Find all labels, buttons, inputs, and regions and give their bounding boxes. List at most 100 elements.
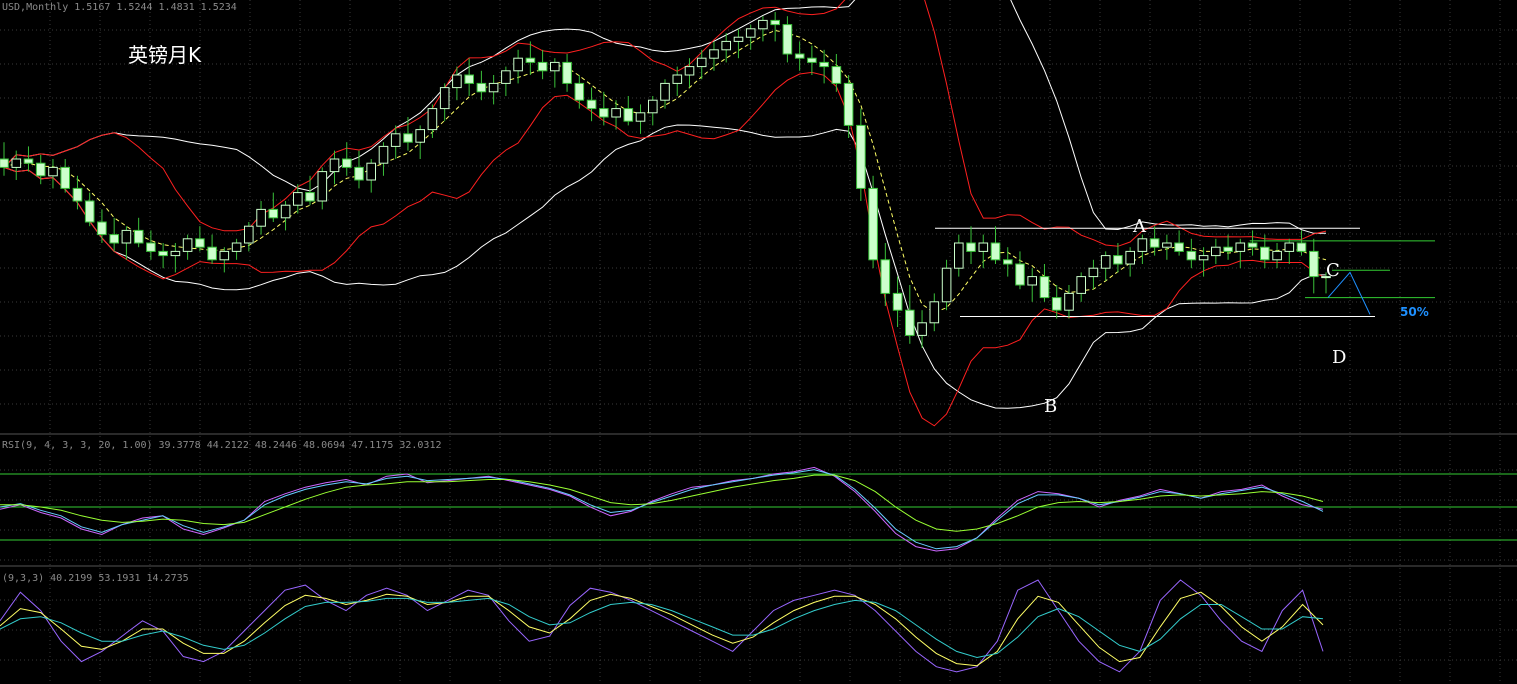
candle-body bbox=[843, 82, 854, 126]
candle-body bbox=[917, 322, 927, 336]
candle-body bbox=[954, 242, 964, 269]
kdjPane-series-D bbox=[0, 591, 1324, 667]
candle-body bbox=[415, 129, 425, 143]
candle-body bbox=[452, 74, 462, 89]
candle-body bbox=[488, 82, 499, 93]
candle-body bbox=[1186, 250, 1197, 261]
candle-body bbox=[892, 292, 903, 311]
candle-body bbox=[109, 234, 120, 244]
band-upper-20 bbox=[3, 0, 1326, 234]
candle-body bbox=[231, 242, 242, 252]
candle-body bbox=[268, 208, 279, 219]
candle-body bbox=[1223, 246, 1233, 252]
candle-body bbox=[831, 66, 842, 84]
candle-body bbox=[427, 108, 438, 131]
candle-body bbox=[1003, 259, 1013, 265]
candle-body bbox=[476, 82, 487, 93]
rsiPane-series-rsi2 bbox=[0, 469, 1324, 550]
candle-body bbox=[366, 162, 376, 181]
candle-body bbox=[990, 242, 1001, 261]
candle-body bbox=[1174, 242, 1184, 252]
candle-body bbox=[439, 87, 450, 110]
candle-body bbox=[905, 309, 915, 336]
candle-body bbox=[770, 19, 781, 26]
candle-body bbox=[305, 192, 315, 202]
candle-body bbox=[133, 229, 144, 244]
fifty-percent-label: 50% bbox=[1400, 305, 1429, 319]
candle-body bbox=[121, 229, 132, 244]
candle-body bbox=[1051, 297, 1062, 311]
candle-body bbox=[35, 162, 46, 177]
candle-body bbox=[1309, 250, 1319, 278]
candle-body bbox=[403, 133, 413, 143]
candle-body bbox=[464, 74, 474, 84]
candle-body bbox=[550, 61, 560, 72]
chart-canvas[interactable]: USD,Monthly 1.5167 1.5244 1.4831 1.5234 … bbox=[0, 0, 1517, 684]
candle-body bbox=[1125, 250, 1136, 265]
rsiPane-series-rsi3 bbox=[0, 474, 1324, 532]
candle-body bbox=[611, 108, 621, 118]
candle-body bbox=[219, 250, 230, 261]
point-b-label: B bbox=[1044, 396, 1057, 417]
candle-body bbox=[733, 36, 744, 42]
candle-body bbox=[794, 53, 805, 59]
candle-body bbox=[195, 238, 205, 248]
candle-body bbox=[72, 187, 83, 202]
candle-body bbox=[280, 204, 291, 219]
candle-body bbox=[880, 259, 891, 294]
candle-body bbox=[782, 24, 793, 55]
candle-body bbox=[562, 61, 572, 84]
candle-body bbox=[158, 250, 168, 257]
candle-body bbox=[929, 301, 940, 324]
candle-body bbox=[660, 82, 670, 101]
candle-body bbox=[635, 112, 646, 122]
candle-body bbox=[48, 166, 58, 177]
band-lower-20 bbox=[3, 124, 1326, 409]
candle-body bbox=[574, 82, 585, 101]
candle-body bbox=[966, 242, 976, 252]
candle-body bbox=[1149, 238, 1160, 248]
point-a-label: A bbox=[1132, 216, 1147, 237]
point-d-label: D bbox=[1332, 347, 1346, 368]
candle-body bbox=[342, 158, 352, 168]
candle-body bbox=[329, 158, 340, 173]
candle-body bbox=[868, 187, 878, 261]
grid bbox=[0, 0, 1517, 684]
candle-body bbox=[1260, 246, 1270, 261]
candle-body bbox=[1088, 267, 1099, 278]
rsiPane-series-rsi1 bbox=[0, 466, 1324, 552]
candle-body bbox=[23, 158, 34, 164]
candle-body bbox=[1100, 255, 1111, 269]
kdj-pane bbox=[0, 579, 1324, 673]
point-c-label: C bbox=[1326, 260, 1340, 281]
candle-body bbox=[97, 221, 107, 236]
candle-body bbox=[0, 158, 9, 168]
candle-body bbox=[648, 99, 658, 114]
kdjPane-series-J bbox=[0, 597, 1324, 659]
candle-body bbox=[819, 61, 829, 68]
candle-body bbox=[1296, 242, 1307, 252]
candle-body bbox=[1113, 255, 1123, 265]
chart-window: USD,Monthly 1.5167 1.5244 1.4831 1.5234 … bbox=[0, 0, 1517, 684]
candle-body bbox=[256, 208, 266, 227]
candle-body bbox=[856, 124, 866, 189]
candle-body bbox=[182, 238, 193, 252]
candle-body bbox=[1198, 255, 1209, 261]
candle-body bbox=[501, 70, 511, 84]
rsi-pane bbox=[0, 466, 1517, 552]
candle-body bbox=[378, 145, 389, 164]
candle-body bbox=[758, 19, 768, 30]
rsi-header: RSI(9, 4, 3, 3, 20, 1.00) 39.3778 44.212… bbox=[2, 440, 442, 451]
candle-body bbox=[1076, 276, 1087, 294]
candle-body bbox=[1137, 238, 1148, 252]
candle-body bbox=[11, 158, 22, 168]
ma-5-dashed bbox=[3, 29, 1327, 314]
kdjPane-series-K bbox=[0, 579, 1324, 673]
candle-body bbox=[941, 267, 952, 303]
candle-body bbox=[721, 40, 732, 51]
candle-body bbox=[599, 108, 609, 118]
candle-body bbox=[696, 57, 707, 68]
main-header: USD,Monthly 1.5167 1.5244 1.4831 1.5234 bbox=[2, 2, 237, 13]
candle-body bbox=[1039, 276, 1050, 299]
candle-body bbox=[684, 66, 695, 76]
